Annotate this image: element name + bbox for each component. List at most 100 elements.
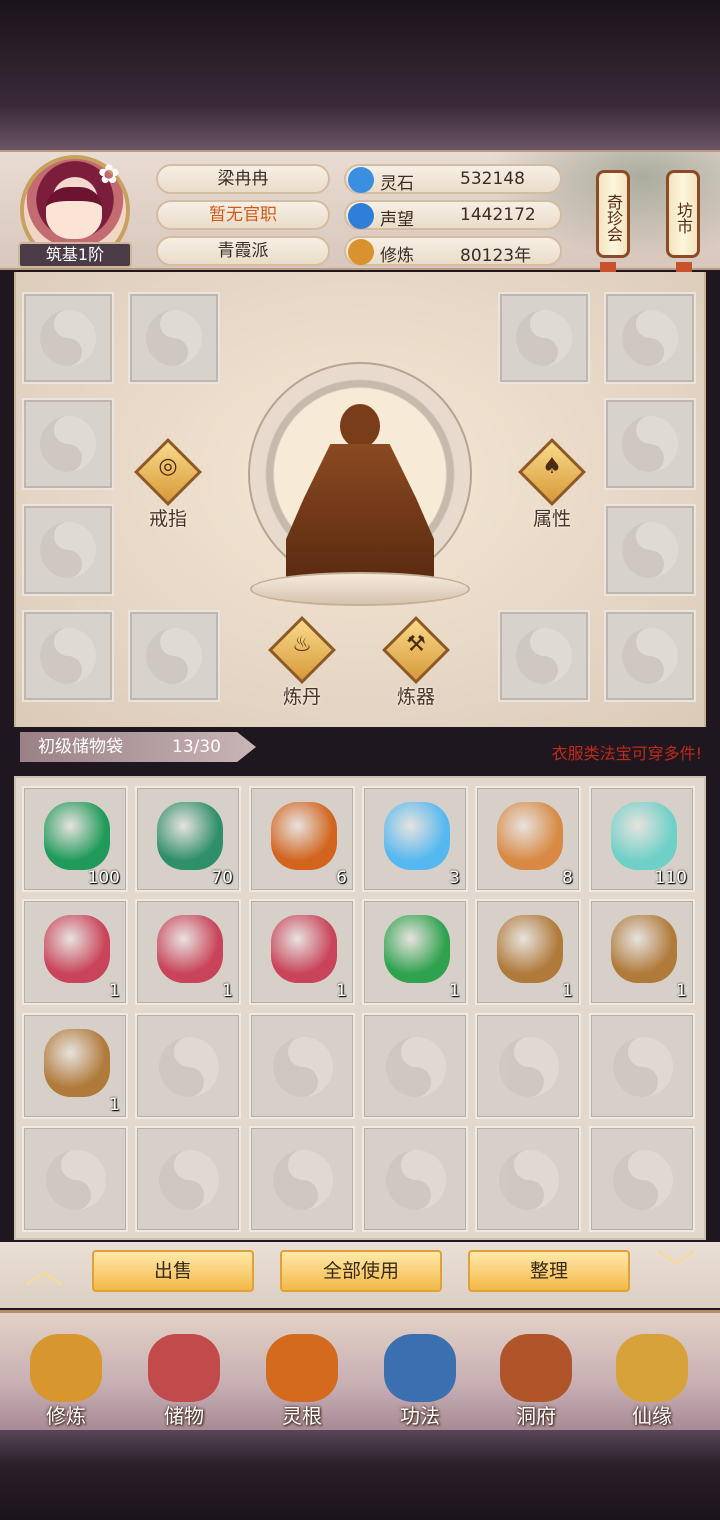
yin-yang-icon <box>386 1150 446 1210</box>
yin-yang-icon <box>499 1037 559 1097</box>
attributes-button[interactable]: ♠ 属性 <box>514 438 588 532</box>
yin-yang-icon <box>146 628 202 684</box>
lotus-pedestal <box>250 572 470 606</box>
reputation-icon <box>348 203 374 229</box>
storage-item-copper-ring[interactable]: 8 <box>475 786 581 892</box>
page-up-arrow-icon[interactable]: ︿ <box>14 1250 74 1290</box>
equip-slot[interactable] <box>604 398 696 490</box>
storage-item-jade-gourd[interactable]: 70 <box>135 786 241 892</box>
avatar-face <box>46 187 102 239</box>
storage-item-spirit-pouch[interactable]: 1 <box>22 1013 128 1119</box>
yin-yang-icon <box>499 1150 559 1210</box>
yin-yang-icon <box>622 522 678 578</box>
top-backdrop <box>0 0 720 150</box>
equip-slot[interactable] <box>498 610 590 702</box>
page-down-arrow-icon[interactable]: ﹀ <box>646 1250 706 1290</box>
equip-slot[interactable] <box>604 292 696 384</box>
item-quantity: 1 <box>222 981 233 1001</box>
jade-gourd-icon <box>157 802 223 870</box>
equip-slot[interactable] <box>22 504 114 596</box>
ring-button[interactable]: ◎ 戒指 <box>130 438 204 532</box>
empty-storage-slot[interactable] <box>362 1013 468 1119</box>
scroll-bundle-icon <box>271 915 337 983</box>
storage-item-jade-whistle[interactable]: 110 <box>589 786 695 892</box>
ring-icon: ◎ <box>158 454 178 479</box>
orange-gourd-icon <box>271 802 337 870</box>
item-quantity: 3 <box>449 868 460 888</box>
storage-item-scroll-bundle[interactable]: 1 <box>135 899 241 1005</box>
empty-storage-slot[interactable] <box>135 1126 241 1232</box>
stat-label: 灵石 <box>380 174 414 194</box>
storage-count: 13/30 <box>172 737 221 757</box>
player-name: 梁冉冉 <box>156 164 330 194</box>
scroll-bundle-icon <box>157 915 223 983</box>
empty-storage-slot[interactable] <box>475 1126 581 1232</box>
storage-item-spirit-pouch[interactable]: 1 <box>475 899 581 1005</box>
yin-yang-icon <box>159 1037 219 1097</box>
spirit-stone-icon <box>348 167 374 193</box>
nav-technique[interactable]: 功法 <box>370 1330 470 1430</box>
yin-yang-icon <box>40 628 96 684</box>
spirit-pouch-icon <box>44 1029 110 1097</box>
yin-yang-icon <box>386 1037 446 1097</box>
yin-yang-icon <box>46 1150 106 1210</box>
market-button[interactable]: 坊市 <box>666 170 700 258</box>
item-quantity: 1 <box>562 981 573 1001</box>
yin-yang-icon <box>613 1150 673 1210</box>
equip-slot[interactable] <box>128 610 220 702</box>
nav-cave-dwelling[interactable]: 洞府 <box>486 1330 586 1430</box>
item-quantity: 1 <box>449 981 460 1001</box>
yin-yang-icon <box>146 310 202 366</box>
empty-storage-slot[interactable] <box>249 1013 355 1119</box>
stat-label: 声望 <box>380 210 414 230</box>
yin-yang-icon <box>516 310 572 366</box>
anvil-icon: ⚒ <box>406 632 426 657</box>
equip-slot[interactable] <box>604 610 696 702</box>
empty-storage-slot[interactable] <box>589 1013 695 1119</box>
equip-slot[interactable] <box>22 398 114 490</box>
equip-slot[interactable] <box>128 292 220 384</box>
nav-cultivate[interactable]: 修炼 <box>16 1330 116 1430</box>
sell-button[interactable]: 出售 <box>92 1250 254 1292</box>
storage-title: 初级储物袋 <box>38 737 123 757</box>
equip-slot[interactable] <box>498 292 590 384</box>
nav-label: 修炼 <box>46 1404 86 1428</box>
storage-item-spirit-tea-bowl[interactable]: 3 <box>362 786 468 892</box>
equip-slot[interactable] <box>22 610 114 702</box>
use-all-button[interactable]: 全部使用 <box>280 1250 442 1292</box>
stat-label: 修炼 <box>380 246 414 266</box>
meditation-icon <box>348 239 374 265</box>
nav-storage[interactable]: 储物 <box>134 1330 234 1430</box>
storage-item-scroll-bundle[interactable]: 1 <box>22 899 128 1005</box>
storage-item-scroll-bundle[interactable]: 1 <box>249 899 355 1005</box>
storage-item-green-crystal[interactable]: 100 <box>22 786 128 892</box>
item-quantity: 1 <box>109 1095 120 1115</box>
storage-item-spirit-pouch[interactable]: 1 <box>589 899 695 1005</box>
empty-storage-slot[interactable] <box>475 1013 581 1119</box>
treasure-pavilion-button[interactable]: 奇珍会 <box>596 170 630 258</box>
empty-storage-slot[interactable] <box>249 1126 355 1232</box>
empty-storage-slot[interactable] <box>589 1126 695 1232</box>
cultivate-icon <box>30 1334 102 1402</box>
sort-button[interactable]: 整理 <box>468 1250 630 1292</box>
yin-yang-icon <box>273 1150 333 1210</box>
equip-slot[interactable] <box>22 292 114 384</box>
storage-bag-tab[interactable]: 初级储物袋 13/30 <box>20 732 256 762</box>
storage-item-orange-gourd[interactable]: 6 <box>249 786 355 892</box>
alchemy-button[interactable]: ♨ 炼丹 <box>264 616 338 710</box>
green-crystal-icon <box>44 802 110 870</box>
nav-fortune[interactable]: 仙缘 <box>602 1330 702 1430</box>
forge-button[interactable]: ⚒ 炼器 <box>378 616 452 710</box>
storage-item-green-scroll[interactable]: 1 <box>362 899 468 1005</box>
empty-storage-slot[interactable] <box>22 1126 128 1232</box>
empty-storage-slot[interactable] <box>135 1013 241 1119</box>
equip-slot[interactable] <box>604 504 696 596</box>
meditating-figure-head <box>340 404 380 448</box>
spirit-tea-bowl-icon <box>384 802 450 870</box>
empty-storage-slot[interactable] <box>362 1126 468 1232</box>
technique-book-icon <box>384 1334 456 1402</box>
nav-spirit-root[interactable]: 灵根 <box>252 1330 352 1430</box>
hat-icon: ♠ <box>542 454 562 479</box>
attributes-label: 属性 <box>532 508 571 530</box>
jade-whistle-icon <box>611 802 677 870</box>
